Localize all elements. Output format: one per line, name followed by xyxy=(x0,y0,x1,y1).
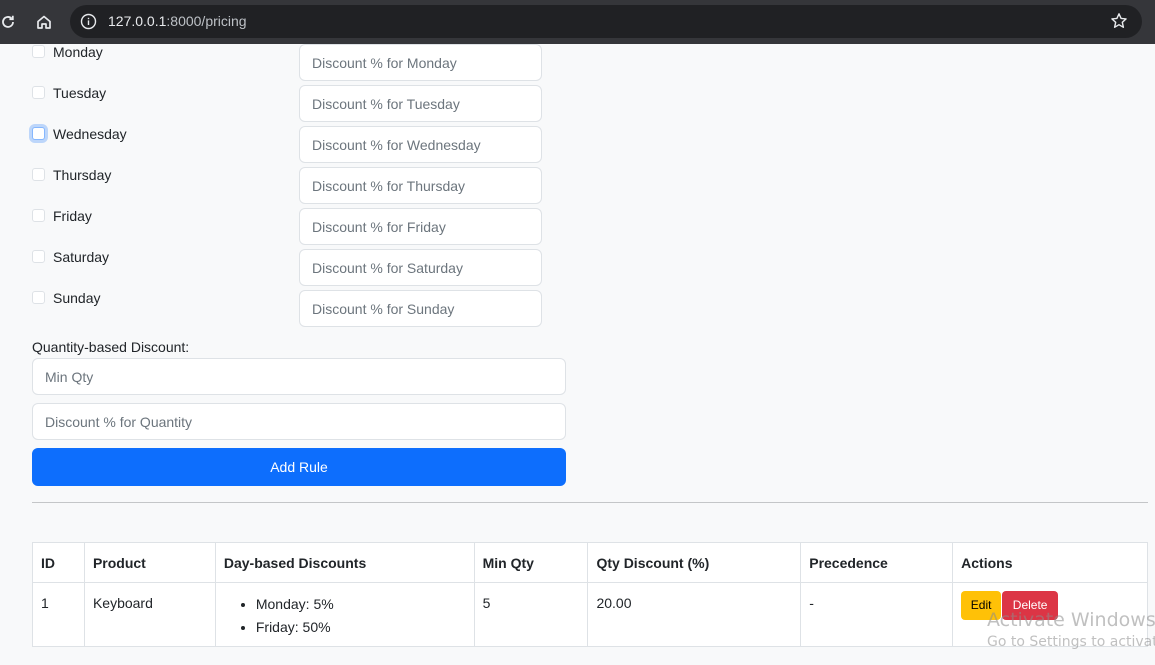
bookmark-star-icon[interactable] xyxy=(1110,12,1128,30)
cell-id: 1 xyxy=(32,582,85,647)
min-qty-input[interactable]: Min Qty xyxy=(32,358,566,395)
pricing-rules-table: ID Product Day-based Discounts Min Qty Q… xyxy=(32,542,1148,647)
divider xyxy=(32,502,1148,503)
header-qty-discount: Qty Discount (%) xyxy=(587,542,802,583)
list-item: Monday: 5% xyxy=(256,593,466,616)
friday-discount-input[interactable]: Discount % for Friday xyxy=(299,208,542,245)
watermark-title: Activate Windows xyxy=(987,609,1155,631)
cell-precedence: - xyxy=(800,582,954,647)
list-item: Friday: 50% xyxy=(256,616,466,639)
header-precedence: Precedence xyxy=(800,542,954,583)
table-header-row: ID Product Day-based Discounts Min Qty Q… xyxy=(32,542,1148,583)
wednesday-discount-input[interactable]: Discount % for Wednesday xyxy=(299,126,542,163)
header-product: Product xyxy=(83,542,216,583)
header-day-discounts: Day-based Discounts xyxy=(214,542,475,583)
reload-icon[interactable] xyxy=(0,10,20,34)
day-row-wednesday: Wednesday Discount % for Wednesday xyxy=(32,126,552,163)
watermark-subtitle: Go to Settings to activate xyxy=(987,634,1155,650)
day-row-thursday: Thursday Discount % for Thursday xyxy=(32,167,552,204)
friday-checkbox[interactable] xyxy=(32,209,45,222)
quantity-discount-input[interactable]: Discount % for Quantity xyxy=(32,403,566,440)
cell-product: Keyboard xyxy=(83,582,216,647)
site-info-icon[interactable] xyxy=(80,13,97,30)
header-min-qty: Min Qty xyxy=(473,542,589,583)
day-row-monday: Monday Discount % for Monday xyxy=(32,44,552,81)
day-row-tuesday: Tuesday Discount % for Tuesday xyxy=(32,85,552,122)
header-actions: Actions xyxy=(952,542,1148,583)
thursday-checkbox[interactable] xyxy=(32,168,45,181)
saturday-checkbox[interactable] xyxy=(32,250,45,263)
home-icon[interactable] xyxy=(32,10,56,34)
day-discount-list: Monday: 5% Friday: 50% xyxy=(256,593,466,639)
thursday-discount-input[interactable]: Discount % for Thursday xyxy=(299,167,542,204)
sunday-checkbox[interactable] xyxy=(32,291,45,304)
sunday-label: Sunday xyxy=(53,290,101,306)
tuesday-discount-input[interactable]: Discount % for Tuesday xyxy=(299,85,542,122)
header-id: ID xyxy=(32,542,85,583)
day-row-sunday: Sunday Discount % for Sunday xyxy=(32,290,552,327)
pricing-page: Monday Discount % for Monday Tuesday Dis… xyxy=(0,44,1155,665)
monday-checkbox[interactable] xyxy=(32,45,45,58)
sunday-discount-input[interactable]: Discount % for Sunday xyxy=(299,290,542,327)
friday-label: Friday xyxy=(53,208,92,224)
saturday-discount-input[interactable]: Discount % for Saturday xyxy=(299,249,542,286)
browser-toolbar: 127.0.0.1:8000/pricing xyxy=(0,0,1155,44)
monday-label: Monday xyxy=(53,44,103,60)
cell-qty-discount: 20.00 xyxy=(587,582,802,647)
day-row-saturday: Saturday Discount % for Saturday xyxy=(32,249,552,286)
url-path: :8000/pricing xyxy=(166,13,247,29)
saturday-label: Saturday xyxy=(53,249,110,265)
activate-windows-watermark: Activate Windows Go to Settings to activ… xyxy=(987,609,1155,650)
wednesday-label: Wednesday xyxy=(53,126,127,142)
add-rule-button[interactable]: Add Rule xyxy=(32,448,566,486)
wednesday-checkbox[interactable] xyxy=(32,127,45,140)
thursday-label: Thursday xyxy=(53,167,112,183)
day-row-friday: Friday Discount % for Friday xyxy=(32,208,552,245)
table-row: 1 Keyboard Monday: 5% Friday: 50% 5 20.0… xyxy=(32,582,1148,647)
cell-min-qty: 5 xyxy=(473,582,589,647)
tuesday-label: Tuesday xyxy=(53,85,107,101)
url-host: 127.0.0.1 xyxy=(108,13,167,29)
quantity-discount-heading: Quantity-based Discount: xyxy=(32,339,190,355)
url-text: 127.0.0.1:8000/pricing xyxy=(108,13,247,29)
address-bar[interactable]: 127.0.0.1:8000/pricing xyxy=(70,5,1142,38)
tuesday-checkbox[interactable] xyxy=(32,86,45,99)
monday-discount-input[interactable]: Discount % for Monday xyxy=(299,44,542,81)
cell-day-discounts: Monday: 5% Friday: 50% xyxy=(214,582,475,647)
